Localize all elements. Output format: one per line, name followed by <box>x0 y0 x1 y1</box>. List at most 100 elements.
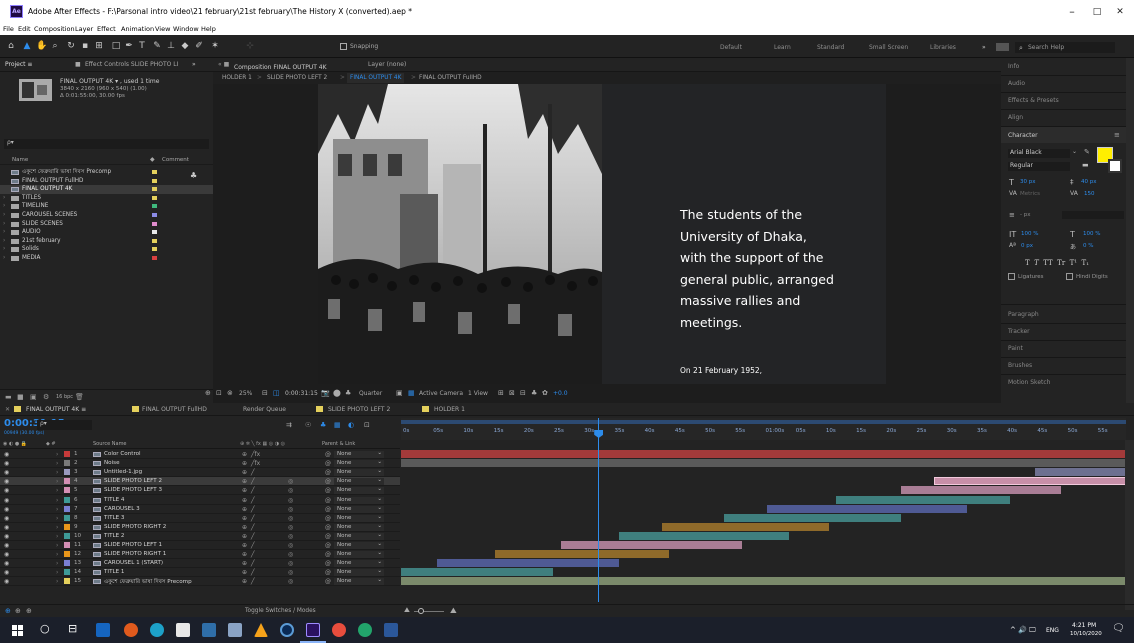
parent-link-column-header[interactable]: Parent & Link <box>322 441 355 447</box>
expand-arrow-icon[interactable]: › <box>56 542 58 549</box>
workspace-default[interactable]: Default <box>720 44 742 51</box>
timeline-layer-row[interactable]: ◉ › 15 একুশে ফেব্রুয়ারি ভাষা দিবস Precomp ⊕… <box>0 577 400 587</box>
visibility-eye-icon[interactable]: ◉ <box>4 542 9 549</box>
motion-blur-switch-icon[interactable]: ◎ <box>288 578 293 585</box>
zoom-dropdown[interactable]: 25% <box>239 390 252 397</box>
expand-arrow-icon[interactable]: › <box>56 460 58 467</box>
title-safe-icon[interactable]: ◫ <box>273 389 280 397</box>
zoom-out-icon[interactable]: ⛰ <box>404 606 410 615</box>
layer-duration-bar[interactable] <box>933 477 1126 486</box>
panel-more-button[interactable]: » <box>192 61 196 68</box>
visibility-eye-icon[interactable]: ◉ <box>4 569 9 576</box>
chrome-icon[interactable] <box>332 623 346 637</box>
photos-icon[interactable] <box>228 623 242 637</box>
layer-switches[interactable]: ⊕ ╱ <box>242 478 254 485</box>
layer-name[interactable]: TITLE 3 <box>104 515 124 521</box>
menu-file[interactable]: File <box>3 25 14 33</box>
label-color-swatch[interactable] <box>152 178 157 183</box>
expand-arrow-icon[interactable]: › <box>56 569 58 576</box>
snapping-checkbox[interactable] <box>340 43 347 50</box>
pick-whip-icon[interactable]: @ <box>325 569 331 576</box>
layer-switches[interactable]: ⊕ ╱ <box>242 487 254 494</box>
edge-icon[interactable] <box>150 623 164 637</box>
project-search-input[interactable]: ρ▾ <box>4 139 209 149</box>
breadcrumb-final-output-fullhd[interactable]: FINAL OUTPUT FullHD <box>419 75 482 81</box>
source-name-column-header[interactable]: Source Name <box>93 441 127 447</box>
pick-whip-icon[interactable]: @ <box>325 524 331 531</box>
word-icon[interactable] <box>384 623 398 637</box>
layer-switches[interactable]: ⊕ ╱ <box>242 569 254 576</box>
toggle-pixel-aspect-icon[interactable]: ⊞ <box>498 389 504 397</box>
project-item[interactable]: › TIMELINE <box>0 202 213 211</box>
layer-switches[interactable]: ⊕ ╱fx <box>242 460 260 467</box>
pick-whip-icon[interactable]: @ <box>325 487 331 494</box>
workspace-toggle-icon[interactable] <box>996 43 1009 51</box>
timeline-layer-row[interactable]: ◉ › 11 SLIDE PHOTO LEFT 1 ⊕ ╱ ◎ @ None <box>0 541 400 550</box>
bit-depth-button[interactable]: 16 bpc <box>56 394 73 400</box>
layer-name[interactable]: Untitled-1.jpg <box>104 469 142 475</box>
layer-label-color[interactable] <box>64 487 70 494</box>
pick-whip-icon[interactable]: @ <box>325 560 331 567</box>
camera-dropdown[interactable]: Active Camera <box>419 390 463 397</box>
store-icon[interactable] <box>176 623 190 637</box>
timeline-layer-row[interactable]: ◉ › 14 TITLE 1 ⊕ ╱ ◎ @ None <box>0 568 400 578</box>
media-player-icon[interactable] <box>280 623 294 637</box>
more-workspaces-button[interactable]: » <box>982 44 986 51</box>
visibility-eye-icon[interactable]: ◉ <box>4 524 9 531</box>
project-item[interactable]: › 21st february <box>0 237 213 246</box>
expand-arrow-icon[interactable]: › <box>3 202 5 211</box>
visibility-eye-icon[interactable]: ◉ <box>4 478 9 485</box>
breadcrumb-slide-photo-left-2[interactable]: SLIDE PHOTO LEFT 2 <box>267 75 327 81</box>
timeline-tab-slide-photo-left-2[interactable]: SLIDE PHOTO LEFT 2 <box>328 406 390 413</box>
timeline-tab-render-queue[interactable]: Render Queue <box>243 406 286 413</box>
project-item[interactable]: › CAROUSEL SCENES <box>0 211 213 220</box>
motion-blur-switch-icon[interactable]: ◎ <box>288 569 293 576</box>
layer-label-color[interactable] <box>64 505 70 512</box>
brushes-panel-header[interactable]: Brushes <box>1008 362 1032 369</box>
timeline-tab-final-output-4k[interactable]: FINAL OUTPUT 4K ≡ <box>26 406 86 413</box>
motion-blur-switch-icon[interactable]: ◎ <box>288 542 293 549</box>
visibility-eye-icon[interactable]: ◉ <box>4 533 9 540</box>
menu-layer[interactable]: Layer <box>75 25 93 33</box>
parent-dropdown[interactable]: None <box>334 550 384 559</box>
layer-name[interactable]: CAROUSEL 1 (START) <box>104 560 163 566</box>
flowchart-icon[interactable]: ♣ <box>531 389 537 397</box>
layer-name[interactable]: SLIDE PHOTO LEFT 2 <box>104 478 162 484</box>
eraser-tool-icon[interactable]: ◆ <box>180 40 190 52</box>
timeline-layer-row[interactable]: ◉ › 2 Noise ⊕ ╱fx @ None <box>0 459 400 469</box>
vlc-icon[interactable] <box>254 623 268 637</box>
pick-whip-icon[interactable]: @ <box>325 469 331 476</box>
menu-animation[interactable]: Animation <box>121 25 154 33</box>
expand-arrow-icon[interactable]: › <box>56 524 58 531</box>
timeline-layer-row[interactable]: ◉ › 7 CAROUSEL 3 ⊕ ╱ ◎ @ None <box>0 505 400 514</box>
layer-switches[interactable]: ⊕ ╱ <box>242 497 254 504</box>
layer-label-color[interactable] <box>64 532 70 539</box>
project-item[interactable]: › AUDIO <box>0 228 213 237</box>
layer-name[interactable]: SLIDE PHOTO RIGHT 1 <box>104 551 166 557</box>
workspace-learn[interactable]: Learn <box>774 44 791 51</box>
expand-arrow-icon[interactable]: › <box>56 515 58 522</box>
frame-blending-icon[interactable]: ▦ <box>334 421 341 429</box>
tracker-panel-header[interactable]: Tracker <box>1008 328 1030 335</box>
menu-composition[interactable]: Composition <box>34 25 75 33</box>
timeline-layer-row[interactable]: ◉ › 3 Untitled-1.jpg ⊕ ╱ @ None <box>0 468 400 478</box>
visibility-eye-icon[interactable]: ◉ <box>4 487 9 494</box>
menu-edit[interactable]: Edit <box>18 25 31 33</box>
label-color-swatch[interactable] <box>152 195 157 200</box>
region-of-interest-icon[interactable]: ▣ <box>396 389 403 397</box>
pick-whip-icon[interactable]: @ <box>325 506 331 513</box>
layer-label-color[interactable] <box>64 542 70 548</box>
zoom-tool-icon[interactable]: ⌕ <box>50 40 60 52</box>
shy-layers-icon[interactable]: ♣ <box>320 421 326 429</box>
work-area-bar[interactable] <box>401 420 1126 424</box>
layer-duration-bar[interactable] <box>901 486 1061 495</box>
timeline-tab-holder-1[interactable]: HOLDER 1 <box>434 406 465 413</box>
menu-window[interactable]: Window <box>173 25 199 33</box>
layer-duration-bar[interactable] <box>560 541 742 549</box>
rectangle-tool-icon[interactable]: □ <box>111 40 121 52</box>
hand-tool-icon[interactable]: ✋ <box>36 40 47 52</box>
expand-arrow-icon[interactable]: › <box>3 254 5 263</box>
parent-dropdown[interactable]: None <box>334 532 384 540</box>
pick-whip-icon[interactable]: @ <box>325 551 331 558</box>
panel-menu-icon[interactable]: ≡ <box>1114 131 1120 139</box>
